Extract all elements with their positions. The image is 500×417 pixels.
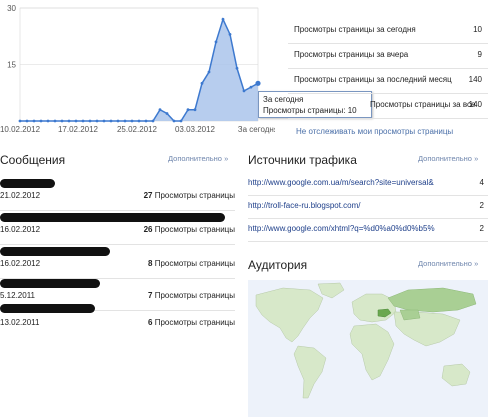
redacted-title	[0, 304, 95, 313]
stat-label: Просмотры страницы за последний месяц	[294, 75, 452, 84]
message-views: 7 Просмотры страницы	[148, 291, 235, 300]
message-date: 13.02.2011	[0, 318, 40, 327]
data-point[interactable]	[53, 119, 57, 123]
message-row[interactable]: 16.02.2012 8 Просмотры страницы	[0, 244, 235, 279]
redacted-title	[0, 247, 110, 256]
message-views: 26 Просмотры страницы	[143, 225, 235, 234]
message-date: 5.12.2011	[0, 291, 35, 300]
stat-value: 140	[468, 100, 482, 109]
data-point[interactable]	[46, 119, 50, 123]
traffic-row[interactable]: http://www.google.com/xhtml?q=%d0%a0%d0%…	[248, 218, 488, 242]
data-point[interactable]	[186, 108, 190, 112]
data-point[interactable]	[235, 66, 239, 70]
data-point[interactable]	[200, 81, 204, 85]
x-tick-label: 10.02.2012	[0, 125, 41, 134]
data-point[interactable]	[151, 119, 155, 123]
traffic-title: Источники трафика	[248, 153, 357, 167]
stat-row-month: Просмотры страницы за последний месяц 14…	[288, 68, 488, 94]
x-tick-label: 03.03.2012	[175, 125, 216, 134]
stat-value: 9	[477, 50, 482, 59]
traffic-count: 2	[479, 201, 484, 210]
data-point[interactable]	[81, 119, 85, 123]
data-point[interactable]	[88, 119, 92, 123]
redacted-title	[0, 279, 100, 288]
traffic-row[interactable]: http://troll-face-ru.blogspot.com/ 2	[248, 195, 488, 219]
message-row[interactable]: 13.02.2011 6 Просмотры страницы	[0, 300, 235, 334]
x-tick-label: 25.02.2012	[117, 125, 158, 134]
data-point[interactable]	[228, 32, 232, 36]
stat-value: 140	[468, 75, 482, 84]
stat-row-all: Просмотры страницы за все 140	[288, 93, 488, 119]
y-tick-label: 30	[7, 4, 16, 13]
traffic-url[interactable]: http://www.google.com/xhtml?q=%d0%a0%d0%…	[248, 224, 463, 233]
stat-value: 10	[473, 25, 482, 34]
traffic-url[interactable]: http://www.google.com.ua/m/search?site=u…	[248, 178, 463, 187]
data-point[interactable]	[255, 80, 261, 86]
stat-label: Просмотры страницы за сегодня	[294, 25, 416, 34]
data-point[interactable]	[165, 112, 169, 115]
data-point[interactable]	[116, 119, 120, 123]
data-point[interactable]	[172, 119, 176, 123]
data-point[interactable]	[60, 119, 64, 123]
message-views: 8 Просмотры страницы	[148, 259, 235, 268]
data-point[interactable]	[32, 119, 36, 123]
traffic-count: 4	[479, 178, 484, 187]
data-point[interactable]	[221, 17, 225, 21]
messages-title: Сообщения	[0, 153, 66, 167]
data-point[interactable]	[179, 119, 183, 123]
message-row[interactable]: 16.02.2012 26 Просмотры страницы	[0, 210, 235, 245]
pageviews-chart: 15 30 10.02.2012 17.02.2012 25.02.2012 03.03…	[0, 4, 275, 134]
message-row[interactable]: 21.02.2012 27 Просмотры страницы	[0, 176, 235, 211]
message-views: 6 Просмотры страницы	[148, 318, 235, 327]
stat-label: Просмотры страницы за все	[370, 100, 476, 109]
traffic-url[interactable]: http://troll-face-ru.blogspot.com/	[248, 201, 463, 210]
data-point[interactable]	[123, 119, 127, 123]
x-tick-label: 17.02.2012	[58, 125, 99, 134]
traffic-row[interactable]: http://www.google.com.ua/m/search?site=u…	[248, 172, 488, 196]
data-point[interactable]	[242, 89, 246, 93]
data-point[interactable]	[249, 85, 253, 89]
data-point[interactable]	[95, 119, 99, 123]
message-views: 27 Просмотры страницы	[143, 191, 235, 200]
message-date: 16.02.2012	[0, 225, 41, 234]
audience-more-link[interactable]: Дополнительно »	[418, 259, 478, 268]
redacted-title	[0, 179, 55, 188]
redacted-title	[0, 213, 225, 222]
data-point[interactable]	[102, 119, 106, 123]
stat-row-yesterday: Просмотры страницы за вчера 9	[288, 43, 488, 69]
data-point[interactable]	[18, 119, 22, 123]
traffic-count: 2	[479, 224, 484, 233]
messages-more-link[interactable]: Дополнительно »	[168, 154, 228, 163]
data-point[interactable]	[193, 108, 197, 112]
data-point[interactable]	[39, 119, 43, 123]
data-point[interactable]	[25, 119, 29, 123]
y-tick-label: 15	[7, 61, 16, 70]
untrack-link[interactable]: Не отслеживать мои просмотры страницы	[296, 127, 453, 136]
data-point[interactable]	[137, 119, 141, 123]
data-point[interactable]	[214, 40, 218, 44]
x-tick-label: За сегодня	[238, 125, 275, 134]
data-point[interactable]	[130, 119, 134, 123]
message-date: 16.02.2012	[0, 259, 41, 268]
data-point[interactable]	[207, 70, 211, 74]
data-point[interactable]	[74, 119, 78, 123]
message-date: 21.02.2012	[0, 191, 41, 200]
audience-title: Аудитория	[248, 258, 308, 272]
data-point[interactable]	[109, 119, 113, 123]
traffic-more-link[interactable]: Дополнительно »	[418, 154, 478, 163]
data-point[interactable]	[67, 119, 71, 123]
stat-label: Просмотры страницы за вчера	[294, 50, 409, 59]
stat-row-today: Просмотры страницы за сегодня 10	[288, 18, 488, 44]
world-map[interactable]	[248, 280, 488, 417]
data-point[interactable]	[158, 108, 162, 112]
data-point[interactable]	[144, 119, 148, 123]
